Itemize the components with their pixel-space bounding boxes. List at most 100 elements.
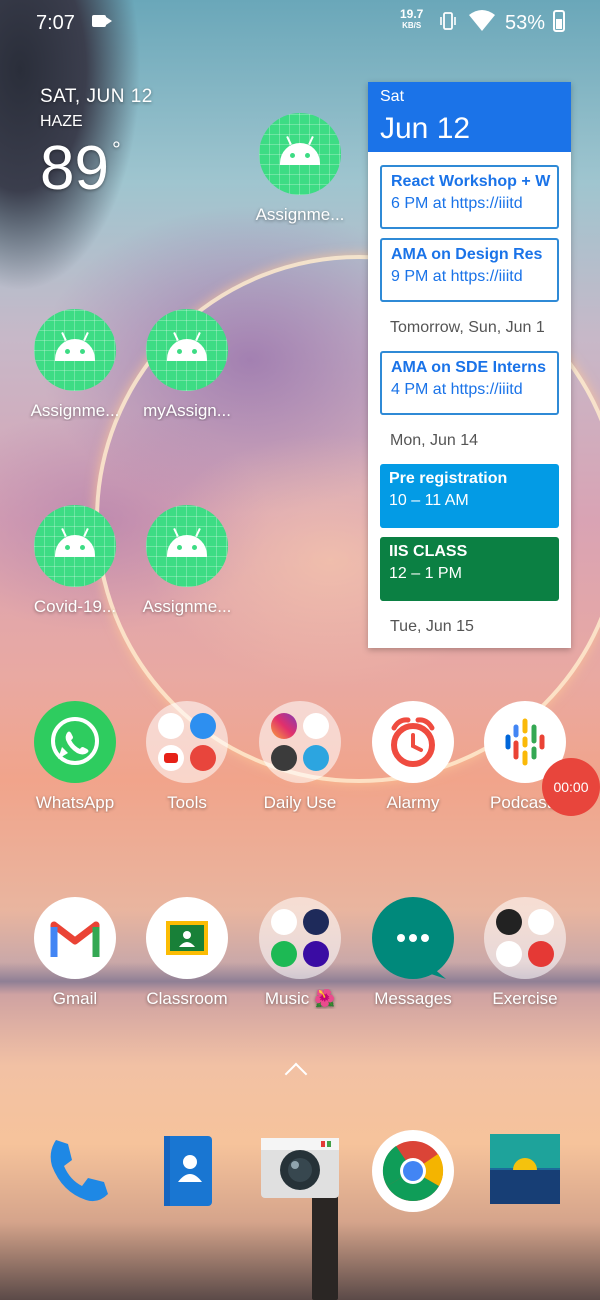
folder-exercise[interactable]: Exercise	[470, 897, 580, 1009]
android-icon	[146, 505, 228, 587]
calendar-date: Jun 12	[380, 112, 471, 145]
phone-icon	[50, 1140, 108, 1202]
instagram-icon	[271, 713, 297, 739]
camera-icon	[261, 1138, 339, 1198]
app-label: Music 🌺	[264, 989, 336, 1008]
android-icon	[146, 309, 228, 391]
calendar-day: Sat	[380, 88, 405, 105]
dock-camera[interactable]	[245, 1130, 355, 1212]
slack-icon	[303, 713, 329, 739]
vibrate-icon	[440, 12, 456, 30]
classroom-icon	[146, 897, 228, 979]
event-title: React Workshop + W	[391, 173, 551, 190]
network-speed-unit: KB/S	[402, 21, 422, 30]
event-time: 9 PM at https://iiitd	[391, 268, 523, 285]
app-label: Alarmy	[386, 793, 440, 812]
alarm-clock-icon	[372, 701, 454, 783]
folder-icon	[146, 701, 228, 783]
amazon-music-icon	[303, 941, 329, 967]
calendar-event[interactable]: AMA on SDE Interns 4 PM at https://iiitd	[380, 351, 559, 415]
app-assignment-a[interactable]: Assignme...	[20, 309, 130, 421]
battery-percent: 53%	[505, 12, 546, 34]
floating-timer-bubble[interactable]: 00:00	[542, 758, 600, 816]
nike-run-club-icon	[528, 909, 554, 935]
calendar-event[interactable]: AMA on Design Res 9 PM at https://iiitd	[380, 238, 559, 302]
gmail-icon	[34, 897, 116, 979]
calendar-header[interactable]: Sat Jun 12	[368, 82, 571, 152]
podcast-player-icon	[303, 909, 329, 935]
app-label: Assignme...	[255, 205, 345, 224]
agenda-day-label: Tue, Jun 15	[390, 618, 474, 635]
event-title: Pre registration	[389, 470, 508, 487]
app-covid-19[interactable]: Covid-19...	[20, 505, 130, 617]
dock-gallery[interactable]	[470, 1130, 580, 1212]
dock-chrome[interactable]	[358, 1130, 468, 1212]
app-assignment-top[interactable]: Assignme...	[245, 113, 355, 225]
app-classroom[interactable]: Classroom	[132, 897, 242, 1009]
folder-tools[interactable]: Tools	[132, 701, 242, 813]
contacts-icon	[164, 1136, 212, 1206]
dock-contacts[interactable]	[132, 1130, 242, 1212]
status-time: 7:07	[36, 12, 75, 34]
healthify-icon	[528, 941, 554, 967]
calendar-event[interactable]: Pre registration 10 – 11 AM	[380, 464, 559, 528]
app-label: Gmail	[52, 989, 98, 1008]
degree-symbol: °	[112, 137, 121, 162]
app-assignment-b[interactable]: Assignme...	[132, 505, 242, 617]
android-icon	[34, 505, 116, 587]
app-whatsapp[interactable]: WhatsApp	[20, 701, 130, 813]
wifi-icon	[469, 10, 495, 31]
weather-condition: HAZE	[40, 113, 83, 130]
adidas-icon	[496, 941, 522, 967]
app-my-assignment[interactable]: myAssign...	[132, 309, 242, 421]
app-messages[interactable]: Messages	[358, 897, 468, 1009]
folder-music[interactable]: Music 🌺	[245, 897, 355, 1009]
calendar-event[interactable]: React Workshop + W 6 PM at https://iiitd	[380, 165, 559, 229]
folder-icon	[259, 897, 341, 979]
calendar-widget[interactable]: Sat Jun 12 React Workshop + W 6 PM at ht…	[368, 82, 571, 648]
folder-icon	[259, 701, 341, 783]
folder-icon	[484, 897, 566, 979]
recorder-icon	[158, 713, 184, 739]
app-label: Daily Use	[263, 793, 337, 812]
app-alarmy[interactable]: Alarmy	[358, 701, 468, 813]
battery-icon	[553, 10, 565, 32]
android-icon	[34, 309, 116, 391]
weather-date: SAT, JUN 12	[40, 86, 153, 107]
network-speed-value: 19.7	[400, 7, 424, 21]
event-time: 4 PM at https://iiitd	[391, 381, 523, 398]
app-label: Tools	[167, 793, 207, 812]
weather-temperature: 89 °	[40, 133, 153, 204]
status-bar: 7:07 19.7 KB/S 53%	[0, 0, 600, 44]
event-time: 12 – 1 PM	[389, 565, 462, 582]
app-label: Assignme...	[30, 401, 120, 420]
event-time: 6 PM at https://iiitd	[391, 195, 523, 212]
event-title: AMA on Design Res	[391, 246, 543, 263]
telegram-icon	[303, 745, 329, 771]
app-gmail[interactable]: Gmail	[20, 897, 130, 1009]
weather-widget[interactable]: SAT, JUN 12 HAZE 89 °	[40, 86, 153, 204]
app-label: Classroom	[146, 989, 228, 1008]
calendar-event[interactable]: IIS CLASS 12 – 1 PM	[380, 537, 559, 601]
gallery-icon	[490, 1134, 560, 1204]
app-label: Exercise	[492, 989, 558, 1008]
event-title: AMA on SDE Interns	[391, 359, 546, 376]
tasks-icon	[190, 713, 216, 739]
calendar-agenda: React Workshop + W 6 PM at https://iiitd…	[368, 152, 571, 648]
folder-daily-use[interactable]: Daily Use	[245, 701, 355, 813]
temperature-value: 89	[40, 134, 109, 203]
event-title: IIS CLASS	[389, 543, 468, 560]
app-label: Messages	[374, 989, 452, 1008]
android-icon	[259, 113, 341, 195]
agenda-day-label: Mon, Jun 14	[390, 432, 479, 449]
app-label: WhatsApp	[35, 793, 115, 812]
app-label: Assignme...	[142, 597, 232, 616]
video-camera-icon	[92, 15, 112, 27]
clock-icon	[190, 745, 216, 771]
network-speed: 19.7 KB/S	[400, 7, 424, 31]
event-time: 10 – 11 AM	[389, 492, 469, 509]
messages-icon	[372, 897, 454, 979]
dock-phone[interactable]	[20, 1130, 130, 1212]
music-player-icon	[271, 909, 297, 935]
spotify-icon	[271, 941, 297, 967]
